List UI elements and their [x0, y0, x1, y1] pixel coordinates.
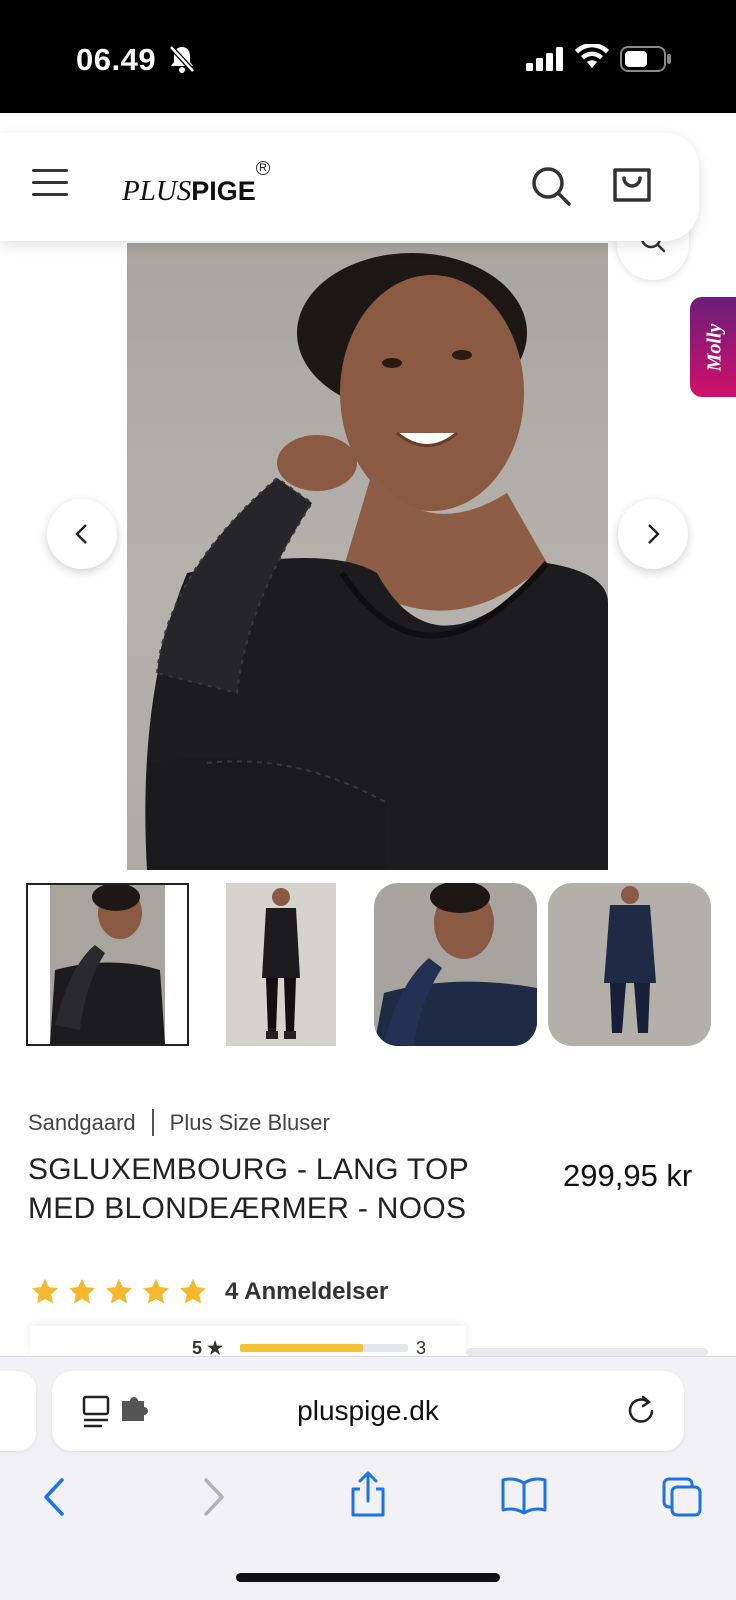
rating-row-bar: [240, 1344, 408, 1352]
back-icon[interactable]: [40, 1475, 70, 1519]
thumbnail-1[interactable]: [26, 883, 189, 1046]
logo-plus: PLUS: [122, 175, 192, 207]
rating-row-fill: [240, 1344, 363, 1352]
site-header: PLUSPIGE R: [0, 133, 699, 241]
logo-pige: PIGE: [191, 176, 256, 206]
breadcrumb-separator: [151, 1108, 154, 1136]
cart-icon[interactable]: [612, 167, 652, 203]
model-illustration: [145, 253, 608, 870]
menu-icon[interactable]: [32, 169, 68, 197]
bell-slash-icon: [169, 45, 195, 73]
chevron-right-icon: [648, 524, 660, 544]
url-text[interactable]: pluspige.dk: [52, 1395, 684, 1427]
thumbnail-2[interactable]: [226, 883, 336, 1046]
share-icon[interactable]: [348, 1469, 388, 1519]
next-image-button[interactable]: [618, 499, 688, 569]
reload-icon[interactable]: [626, 1393, 658, 1427]
wifi-icon: [575, 44, 609, 68]
product-title: SGLUXEMBOURG - LANG TOP MED BLONDEÆRMER …: [28, 1153, 469, 1225]
battery-icon: [620, 46, 671, 72]
browser-toolbar: pluspige.dk: [0, 1356, 736, 1600]
thumbnail-image: [604, 886, 656, 1033]
category-link[interactable]: Plus Size Bluser: [170, 1110, 330, 1135]
previous-image-button[interactable]: [47, 499, 117, 569]
previous-tab-card[interactable]: [0, 1371, 36, 1451]
rating-breakdown-popup: 5 ★ 3: [30, 1326, 466, 1356]
product-main-image[interactable]: [127, 243, 608, 870]
status-time: 06.49: [76, 42, 157, 77]
star-icon: [180, 1278, 206, 1304]
star-icon: [69, 1278, 95, 1304]
star-icon: [106, 1278, 132, 1304]
breadcrumb: Sandgaard Plus Size Bluser: [28, 1108, 330, 1138]
thumbnail-image: [374, 883, 537, 1046]
site-logo[interactable]: PLUSPIGE R: [122, 161, 270, 208]
chat-widget-label: Molly: [703, 323, 726, 371]
chat-widget-button[interactable]: Molly: [690, 297, 736, 397]
tabs-icon[interactable]: [660, 1475, 704, 1519]
home-indicator[interactable]: [236, 1573, 500, 1582]
reviews-link[interactable]: 4 Anmeldelser: [225, 1278, 388, 1306]
thumbnail-4[interactable]: [548, 883, 711, 1046]
thumbnail-3[interactable]: [374, 883, 537, 1046]
search-icon[interactable]: [530, 165, 572, 207]
status-bar: 06.49: [0, 0, 736, 113]
divider-bar: [466, 1348, 708, 1356]
thumbnail-image: [262, 888, 300, 1039]
logo-registered-mark: R: [256, 161, 270, 175]
star-icon: [32, 1278, 58, 1304]
chevron-left-icon: [75, 524, 87, 544]
browser-nav-bar: [0, 1471, 736, 1535]
bookmarks-icon[interactable]: [500, 1475, 548, 1515]
forward-icon[interactable]: [198, 1475, 228, 1519]
thumbnail-image: [50, 885, 165, 1044]
signal-icon: [526, 47, 563, 71]
rating-row-label: 5 ★: [192, 1338, 224, 1356]
rating-stars[interactable]: [30, 1277, 208, 1307]
rating-row-count: 3: [416, 1338, 427, 1356]
address-bar[interactable]: pluspige.dk: [52, 1371, 684, 1451]
page: 06.49 PLUSPIGE R Molly Sandgaard Plus Si…: [0, 0, 736, 1600]
product-price: 299,95 kr: [563, 1158, 693, 1193]
star-icon: [143, 1278, 169, 1304]
brand-link[interactable]: Sandgaard: [28, 1110, 136, 1135]
